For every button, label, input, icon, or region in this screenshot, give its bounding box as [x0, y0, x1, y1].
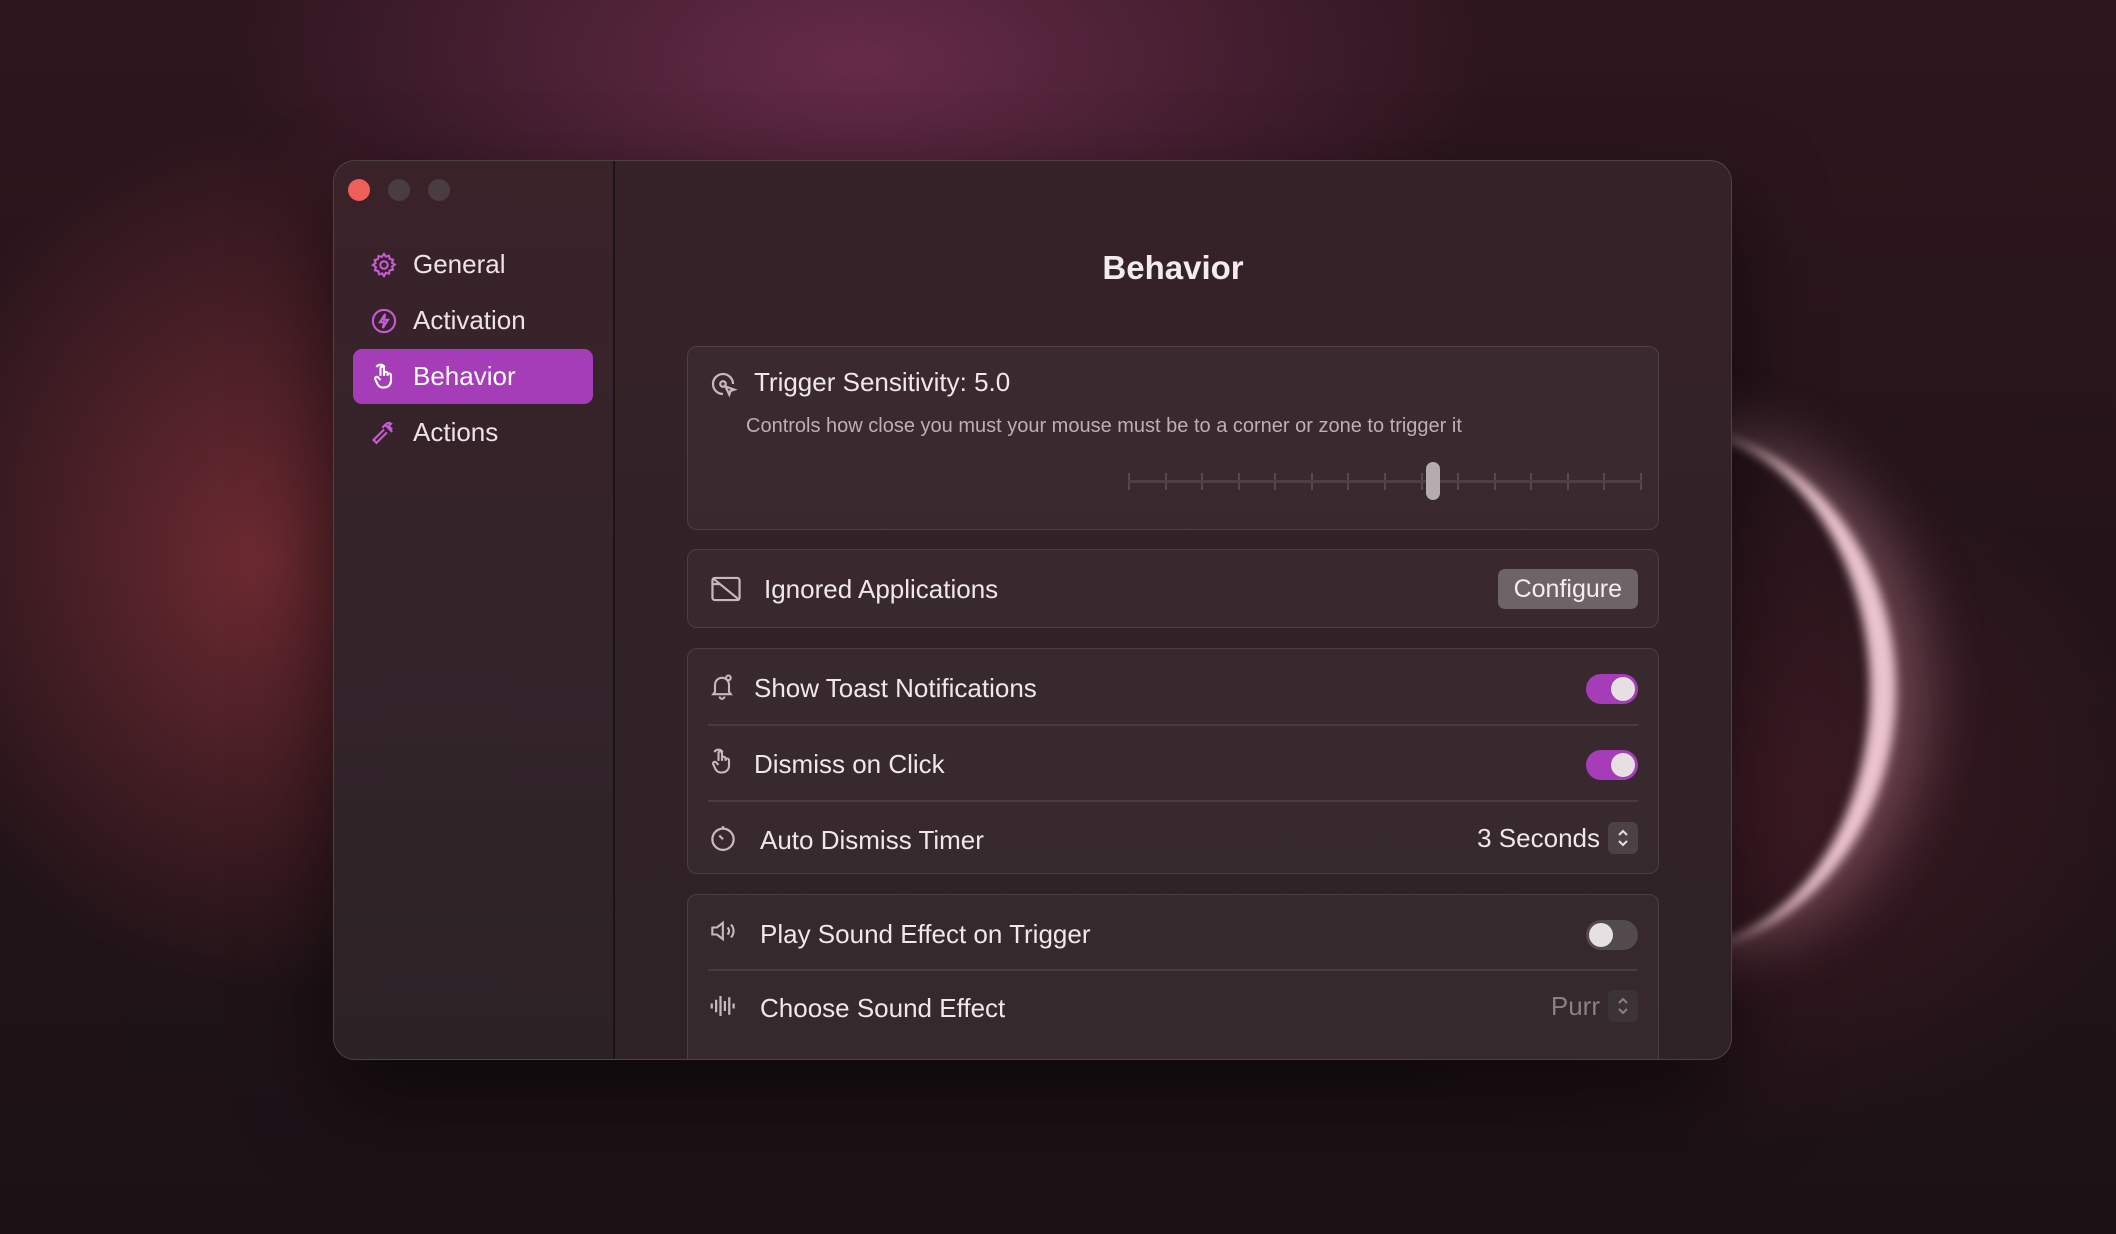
slider-track: [1128, 480, 1642, 483]
sidebar-item-general[interactable]: General: [353, 237, 593, 292]
sidebar-item-activation[interactable]: Activation: [353, 293, 593, 348]
toggle-knob: [1611, 753, 1635, 777]
choose-sound-row: Choose Sound Effect Purr: [688, 969, 1658, 1044]
sidebar-item-behavior[interactable]: Behavior: [353, 349, 593, 404]
notifications-card: Show Toast Notifications Dismiss on Clic…: [687, 648, 1659, 874]
toggle-knob: [1589, 923, 1613, 947]
sidebar-item-label: Actions: [413, 417, 499, 447]
timer-icon: [708, 823, 738, 858]
auto-dismiss-select[interactable]: 3 Seconds: [1477, 822, 1638, 854]
dismiss-click-toggle[interactable]: [1586, 750, 1638, 780]
ignored-apps-card: Ignored Applications Configure: [687, 549, 1659, 628]
app-slash-icon: [710, 574, 742, 609]
play-sound-label: Play Sound Effect on Trigger: [760, 919, 1091, 949]
choose-sound-select[interactable]: Purr: [1551, 990, 1638, 1022]
hammer-icon: [369, 418, 399, 448]
show-toast-row: Show Toast Notifications: [688, 649, 1658, 724]
ignored-apps-label: Ignored Applications: [764, 574, 999, 604]
sidebar-item-label: General: [413, 249, 506, 279]
page-title: Behavior: [1102, 249, 1244, 286]
settings-window: General Activation Behavior Actions Beha…: [333, 160, 1732, 1060]
sidebar-item-label: Activation: [413, 305, 526, 335]
sound-card: Play Sound Effect on Trigger Choose Soun…: [687, 894, 1659, 1059]
auto-dismiss-row: Auto Dismiss Timer 3 Seconds: [688, 801, 1658, 876]
sidebar-nav: General Activation Behavior Actions: [353, 237, 593, 461]
sidebar-item-actions[interactable]: Actions: [353, 405, 593, 460]
choose-sound-label: Choose Sound Effect: [760, 993, 1006, 1023]
waveform-icon: [708, 991, 738, 1026]
choose-sound-value: Purr: [1550, 990, 1600, 1021]
cursor-target-icon: [708, 369, 738, 404]
sensitivity-card: Trigger Sensitivity: 5.0 Controls how cl…: [687, 346, 1659, 530]
chevron-updown-icon[interactable]: [1608, 822, 1638, 854]
traffic-lights: [348, 179, 450, 201]
sensitivity-slider[interactable]: [1128, 462, 1642, 500]
bolt-icon: [369, 306, 399, 336]
play-sound-row: Play Sound Effect on Trigger: [688, 895, 1658, 970]
sensitivity-description: Controls how close you must your mouse m…: [746, 415, 1462, 437]
auto-dismiss-label: Auto Dismiss Timer: [760, 825, 984, 855]
minimize-button[interactable]: [388, 179, 410, 201]
hand-pointer-icon: [708, 747, 736, 782]
slider-thumb[interactable]: [1426, 462, 1441, 500]
show-toast-label: Show Toast Notifications: [754, 673, 1037, 703]
zoom-button[interactable]: [428, 179, 450, 201]
hand-pointer-icon: [369, 362, 399, 392]
play-sound-toggle[interactable]: [1586, 920, 1638, 950]
configure-button[interactable]: Configure: [1497, 569, 1638, 609]
sensitivity-label: Trigger Sensitivity: 5.0: [754, 367, 1011, 397]
main-content: Behavior Trigger Sensitivity: 5.0 Contro…: [615, 161, 1731, 1059]
sidebar: General Activation Behavior Actions: [334, 161, 615, 1059]
toggle-knob: [1611, 677, 1635, 701]
auto-dismiss-value: 3 Seconds: [1477, 822, 1600, 853]
show-toast-toggle[interactable]: [1586, 674, 1638, 704]
close-button[interactable]: [348, 179, 370, 201]
sidebar-item-label: Behavior: [413, 361, 516, 391]
dismiss-click-label: Dismiss on Click: [754, 749, 945, 779]
gear-icon: [369, 250, 399, 280]
speaker-icon: [708, 917, 740, 950]
bell-icon: [708, 671, 736, 706]
chevron-updown-icon[interactable]: [1608, 990, 1638, 1022]
dismiss-click-row: Dismiss on Click: [688, 725, 1658, 800]
